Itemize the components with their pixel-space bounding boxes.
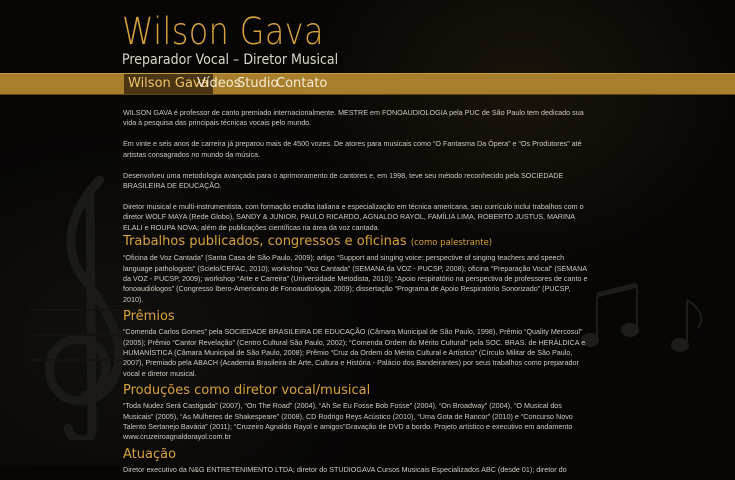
section-title-text: Produções como diretor vocal/musical <box>123 383 371 399</box>
main-content: WILSON GAVA é professor de canto premiad… <box>123 108 589 480</box>
section-body-publications: “Oficina de Voz Cantada” (Santa Casa de … <box>123 253 588 304</box>
section-note: (como palestrante) <box>410 238 493 249</box>
intro-paragraph: Em vinte e seis anos de carreira já prep… <box>123 139 582 159</box>
section-title-text: Atuação <box>123 446 177 462</box>
section-title-text: Trabalhos publicados, congressos e ofici… <box>123 234 407 250</box>
main-nav: Wilson Gava Vídeos Studio Contato <box>0 73 735 95</box>
section-heading-publications: Trabalhos publicados, congressos e ofici… <box>123 235 589 250</box>
intro-paragraph: Desenvolveu uma metodologia avançada par… <box>123 170 564 191</box>
nav-item-contato[interactable]: Contato <box>272 74 331 94</box>
site-subtitle: Preparador Vocal – Diretor Musical <box>122 52 339 68</box>
section-title-text: Prêmios <box>123 309 175 325</box>
site-header: Wilson Gava Preparador Vocal – Diretor M… <box>0 0 735 72</box>
section-heading-atuacao: Atuação <box>123 446 589 462</box>
site-title: Wilson Gava <box>122 10 324 53</box>
section-heading-productions: Produções como diretor vocal/musical <box>123 384 589 398</box>
intro-paragraph: Diretor musical e multi-instrumentista, … <box>123 201 584 232</box>
section-body-productions: “Toda Nudez Será Castigada” (2007), “On … <box>123 401 573 442</box>
section-heading-awards: Prêmios <box>123 310 589 324</box>
intro-paragraph: WILSON GAVA é professor de canto premiad… <box>123 108 584 128</box>
section-body-awards: “Comenda Carlos Gomes” pela SOCIEDADE BR… <box>123 327 586 378</box>
section-body-atuacao: Diretor executivo da N&G ENTRETENIMENTO … <box>123 464 567 474</box>
